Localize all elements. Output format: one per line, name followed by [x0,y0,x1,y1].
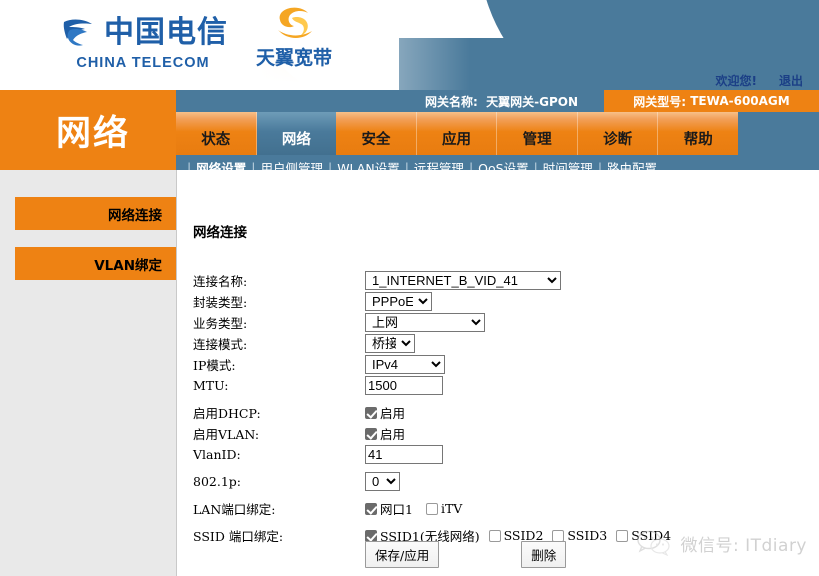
sidebar-item-label: VLAN绑定 [94,257,162,274]
gateway-name-label: 网关名称: [424,94,478,109]
connection-name-select[interactable]: 1_INTERNET_B_VID_41 [365,271,561,290]
tab-label: 安全 [361,132,391,148]
ssid4-checkbox[interactable] [616,529,629,542]
form-row-connection-mode: 连接模式: 桥接 [193,333,793,354]
china-telecom-logo: 中国电信 CHINA TELECOM [58,13,228,71]
delete-button[interactable]: 删除 [521,541,567,568]
brand-name-cn: 中国电信 [104,15,228,50]
enable-vlan-label: 启用VLAN: [193,427,260,442]
tab-label: 帮助 [683,132,713,148]
form-row-encapsulation-type: 封装类型: PPPoE [193,291,793,312]
tab-label: 网络 [281,132,311,148]
sidebar: 网络 网络连接 VLAN绑定 [0,90,176,576]
tab-label: 诊断 [603,132,633,148]
subbrand-name: 天翼宽带 [256,47,333,69]
logo-group: 中国电信 CHINA TELECOM 天翼宽带 [58,4,332,71]
lan-itv-checkbox[interactable] [425,502,438,515]
enable-vlan-checkbox[interactable] [365,427,377,440]
sidebar-item-label: 网络连接 [108,207,162,224]
encapsulation-type-select[interactable]: PPPoE [365,292,432,311]
ssid3-label: SSID3 [567,528,608,543]
save-apply-button[interactable]: 保存/应用 [365,541,440,568]
enable-dhcp-label: 启用DHCP: [193,406,261,421]
ssid2-checkbox[interactable] [488,529,501,542]
gateway-name-value: 天翼网关-GPON [486,94,578,109]
form-row-enable-dhcp: 启用DHCP: 启用 [193,402,793,423]
mtu-label: MTU: [193,378,229,393]
tab-security[interactable]: 安全 [336,112,417,155]
gateway-model-block: 网关型号: TEWA-600AGM [604,90,819,112]
router-admin-page: 中国电信 CHINA TELECOM 天翼宽带 欢迎您! 退出 网关名称: 天翼… [0,0,819,576]
vlan-id-label: VlanID: [193,447,241,462]
priority-8021p-select[interactable]: 0 [365,472,400,491]
tianyi-swirl-icon [278,7,312,38]
welcome-bar: 欢迎您! 退出 [716,72,804,89]
form-row-lan-port-binding: LAN端口绑定: 网口1 iTV [193,498,793,519]
ssid1-checkbox[interactable] [365,529,377,542]
form-row-connection-name: 连接名称: 1_INTERNET_B_VID_41 [193,270,793,291]
lan-port1-checkbox[interactable] [365,502,377,515]
mtu-input[interactable] [365,376,443,395]
encapsulation-type-label: 封装类型: [193,295,248,310]
tab-label: 状态 [201,132,231,148]
form-row-service-type: 业务类型: 上网 [193,312,793,333]
form-button-row: 保存/应用 删除 [365,541,567,568]
sidebar-item-list: 网络连接 VLAN绑定 [0,170,176,280]
form-row-enable-vlan: 启用VLAN: 启用 [193,423,793,444]
form-row-ip-mode: IP模式: IPv4 [193,354,793,375]
brand-name-en: CHINA TELECOM [76,55,210,71]
tab-management[interactable]: 管理 [497,112,578,155]
form-row-vlan-id: VlanID: [193,444,793,465]
tab-network[interactable]: 网络 [256,112,337,155]
service-type-label: 业务类型: [193,316,248,331]
network-connection-form: 连接名称: 1_INTERNET_B_VID_41 封装类型: PPPoE 业务… [193,270,793,546]
tab-strip: 状态 网络 安全 应用 管理 诊断 帮助 | 网络设置 | 用户侧管理 | WL… [176,112,819,180]
form-row-8021p: 802.1p: 0 [193,471,793,492]
tab-application[interactable]: 应用 [417,112,498,155]
welcome-text: 欢迎您! [715,74,757,88]
lan-itv-label: iTV [440,501,463,516]
ssid4-label: SSID4 [631,528,672,543]
ip-mode-select[interactable]: IPv4 [365,355,445,374]
connection-mode-label: 连接模式: [193,337,248,352]
connection-name-label: 连接名称: [193,274,248,289]
ssid3-checkbox[interactable] [552,529,565,542]
gateway-model-label: 网关型号: [633,94,687,109]
sidebar-item-network-connection[interactable]: 网络连接 [15,197,176,230]
sidebar-item-vlan-binding[interactable]: VLAN绑定 [15,247,176,280]
enable-dhcp-checkbox[interactable] [365,406,377,419]
china-telecom-mark-icon [63,19,92,46]
form-row-mtu: MTU: [193,375,793,396]
content-panel: 网络连接 连接名称: 1_INTERNET_B_VID_41 封装类型: PPP… [176,170,819,576]
page-title: 网络连接 [193,225,247,241]
main-tabs: 状态 网络 安全 应用 管理 诊断 帮助 [176,112,738,155]
tianyi-broadband-logo: 天翼宽带 [256,4,332,70]
ssid-binding-label: SSID 端口绑定: [193,529,284,544]
priority-8021p-label: 802.1p: [193,474,241,489]
enable-dhcp-checkbox-label: 启用 [380,406,406,421]
ip-mode-label: IP模式: [193,358,236,373]
gateway-model-value: TEWA-600AGM [690,94,790,108]
tab-diagnostics[interactable]: 诊断 [578,112,659,155]
tab-label: 管理 [522,132,552,148]
sidebar-title: 网络 [0,90,176,170]
vlan-id-input[interactable] [365,445,443,464]
gateway-name-block: 网关名称: 天翼网关-GPON [176,90,604,112]
logout-link[interactable]: 退出 [779,72,803,89]
service-type-select[interactable]: 上网 [365,313,485,332]
tab-label: 应用 [442,132,472,148]
tab-status[interactable]: 状态 [176,112,257,155]
connection-mode-select[interactable]: 桥接 [365,334,415,353]
lan-port-binding-label: LAN端口绑定: [193,502,276,517]
lan-port1-label: 网口1 [380,502,413,517]
tab-help[interactable]: 帮助 [658,112,738,155]
enable-vlan-checkbox-label: 启用 [380,427,406,442]
